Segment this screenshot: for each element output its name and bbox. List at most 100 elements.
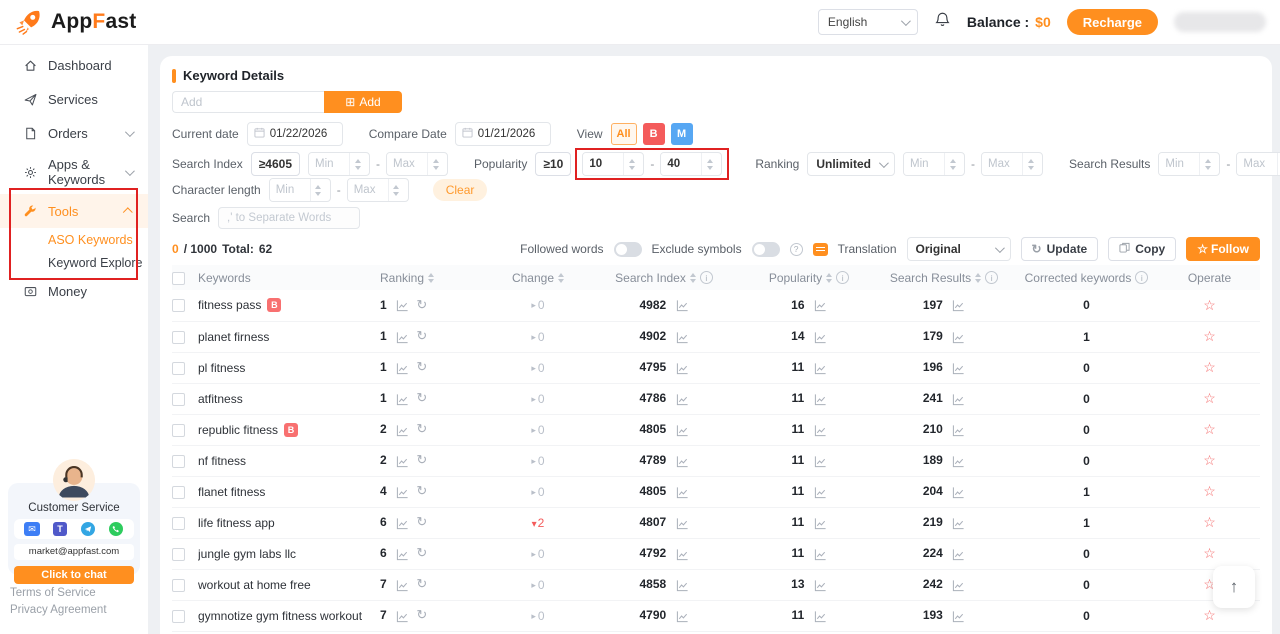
compare-date-picker[interactable] xyxy=(455,122,551,146)
trend-chart-icon[interactable] xyxy=(952,455,965,468)
trend-chart-icon[interactable] xyxy=(396,393,409,406)
follow-star-icon[interactable]: ☆ xyxy=(1203,607,1216,623)
search-results-max-input[interactable] xyxy=(1237,153,1277,175)
trend-chart-icon[interactable] xyxy=(676,331,689,344)
update-button[interactable]: ↻ Update xyxy=(1021,237,1099,261)
trend-chart-icon[interactable] xyxy=(676,517,689,530)
trend-chart-icon[interactable] xyxy=(676,548,689,561)
follow-star-icon[interactable]: ☆ xyxy=(1203,421,1216,437)
trend-chart-icon[interactable] xyxy=(814,393,827,406)
stepper-arrows[interactable] xyxy=(944,153,960,175)
ranking-max-input[interactable] xyxy=(982,153,1022,175)
trend-chart-icon[interactable] xyxy=(814,548,827,561)
sidebar-item-orders[interactable]: Orders xyxy=(0,116,148,150)
refresh-icon[interactable]: ↻ xyxy=(416,483,427,498)
trend-chart-icon[interactable] xyxy=(814,579,827,592)
row-checkbox[interactable] xyxy=(172,362,185,375)
trend-chart-icon[interactable] xyxy=(952,362,965,375)
stepper-arrows[interactable] xyxy=(310,179,326,201)
click-to-chat-button[interactable]: Click to chat xyxy=(14,566,134,584)
row-checkbox[interactable] xyxy=(172,424,185,437)
refresh-icon[interactable]: ↻ xyxy=(416,514,427,529)
refresh-icon[interactable]: ↻ xyxy=(416,328,427,343)
trend-chart-icon[interactable] xyxy=(676,362,689,375)
stepper-arrows[interactable] xyxy=(388,179,404,201)
trend-chart-icon[interactable] xyxy=(952,579,965,592)
sidebar-subitem-keyword-explore[interactable]: Keyword Explore xyxy=(0,251,148,274)
character-length-min-spinner[interactable] xyxy=(269,178,331,202)
row-checkbox[interactable] xyxy=(172,486,185,499)
sidebar-item-dashboard[interactable]: Dashboard xyxy=(0,48,148,82)
follow-star-icon[interactable]: ☆ xyxy=(1203,483,1216,499)
trend-chart-icon[interactable] xyxy=(396,331,409,344)
translation-select[interactable]: Original xyxy=(907,237,1011,261)
search-results-min-spinner[interactable] xyxy=(1158,152,1220,176)
trend-chart-icon[interactable] xyxy=(952,486,965,499)
row-checkbox[interactable] xyxy=(172,331,185,344)
trend-chart-icon[interactable] xyxy=(952,548,965,561)
search-input[interactable] xyxy=(218,207,360,229)
ranking-min-spinner[interactable] xyxy=(903,152,965,176)
trend-chart-icon[interactable] xyxy=(396,517,409,530)
stepper-arrows[interactable] xyxy=(1199,153,1215,175)
row-checkbox[interactable] xyxy=(172,517,185,530)
ranking-max-spinner[interactable] xyxy=(981,152,1043,176)
trend-chart-icon[interactable] xyxy=(952,517,965,530)
trend-chart-icon[interactable] xyxy=(396,455,409,468)
refresh-icon[interactable]: ↻ xyxy=(416,359,427,374)
stepper-arrows[interactable] xyxy=(427,153,443,175)
character-length-min-input[interactable] xyxy=(270,179,310,201)
row-checkbox[interactable] xyxy=(172,299,185,312)
trend-chart-icon[interactable] xyxy=(952,299,965,312)
followed-words-toggle[interactable] xyxy=(614,242,642,257)
language-select[interactable]: English xyxy=(818,9,918,35)
view-b-button[interactable]: B xyxy=(643,123,665,145)
popularity-preset[interactable]: ≥10 xyxy=(535,152,571,176)
refresh-icon[interactable]: ↻ xyxy=(416,297,427,312)
search-results-min-input[interactable] xyxy=(1159,153,1199,175)
trend-chart-icon[interactable] xyxy=(396,362,409,375)
trend-chart-icon[interactable] xyxy=(396,610,409,623)
current-date-input[interactable] xyxy=(270,128,336,140)
refresh-icon[interactable]: ↻ xyxy=(416,607,427,622)
scroll-to-top-button[interactable]: ↑ xyxy=(1213,566,1255,608)
trend-chart-icon[interactable] xyxy=(396,486,409,499)
search-results-max-spinner[interactable] xyxy=(1236,152,1280,176)
character-length-max-spinner[interactable] xyxy=(347,178,409,202)
copy-button[interactable]: Copy xyxy=(1108,237,1176,261)
trend-chart-icon[interactable] xyxy=(676,486,689,499)
stepper-arrows[interactable] xyxy=(701,153,717,175)
trend-chart-icon[interactable] xyxy=(814,517,827,530)
search-index-preset[interactable]: ≥4605 xyxy=(251,152,300,176)
current-date-picker[interactable] xyxy=(247,122,343,146)
refresh-icon[interactable]: ↻ xyxy=(416,390,427,405)
whatsapp-icon[interactable] xyxy=(108,522,124,536)
info-icon[interactable]: i xyxy=(836,271,849,284)
trend-chart-icon[interactable] xyxy=(396,579,409,592)
privacy-agreement-link[interactable]: Privacy Agreement xyxy=(10,602,107,619)
compare-date-input[interactable] xyxy=(478,128,544,140)
ranking-min-input[interactable] xyxy=(904,153,944,175)
follow-star-icon[interactable]: ☆ xyxy=(1203,390,1216,406)
trend-chart-icon[interactable] xyxy=(952,424,965,437)
row-checkbox[interactable] xyxy=(172,579,185,592)
trend-chart-icon[interactable] xyxy=(814,486,827,499)
sidebar-subitem-aso-keywords[interactable]: ASO Keywords xyxy=(0,228,148,251)
sort-icon[interactable] xyxy=(428,273,434,283)
info-icon[interactable]: i xyxy=(700,271,713,284)
clear-button[interactable]: Clear xyxy=(433,179,488,201)
trend-chart-icon[interactable] xyxy=(396,424,409,437)
sort-icon[interactable] xyxy=(826,273,832,283)
trend-chart-icon[interactable] xyxy=(952,331,965,344)
help-icon[interactable]: ? xyxy=(790,243,803,256)
customer-service-email[interactable]: market@appfast.com xyxy=(14,544,134,560)
row-checkbox[interactable] xyxy=(172,393,185,406)
trend-chart-icon[interactable] xyxy=(814,299,827,312)
info-icon[interactable]: i xyxy=(985,271,998,284)
user-account-blurred[interactable] xyxy=(1174,12,1266,32)
refresh-icon[interactable]: ↻ xyxy=(416,421,427,436)
trend-chart-icon[interactable] xyxy=(952,610,965,623)
add-keyword-input[interactable] xyxy=(172,91,324,113)
trend-chart-icon[interactable] xyxy=(814,331,827,344)
popularity-min-input[interactable] xyxy=(583,153,623,175)
